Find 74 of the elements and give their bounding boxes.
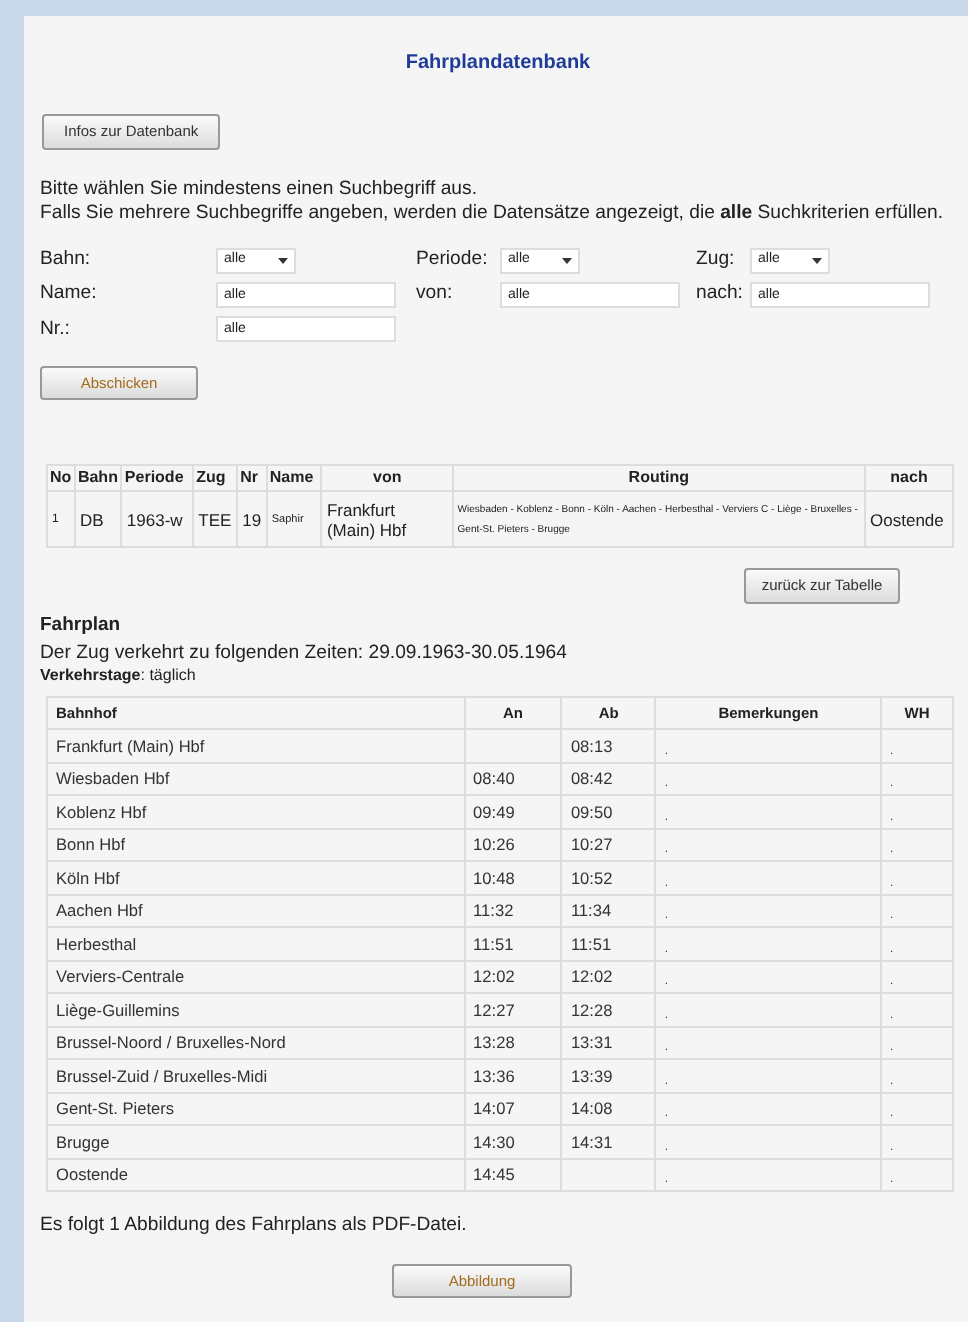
section-heading: Fahrplan	[40, 612, 123, 641]
field-label: Periode:	[416, 246, 490, 274]
table-cell: Köln Hbf	[47, 861, 465, 895]
table-cell: Aachen Hbf	[47, 894, 465, 928]
table-cell: Wiesbaden Hbf	[47, 762, 465, 796]
table-cell: 11:51	[561, 927, 656, 961]
table-cell: 10:26	[464, 828, 562, 862]
table-cell: 14:45	[464, 1158, 562, 1192]
field-label: Name:	[40, 280, 99, 309]
column-header: Bahn	[74, 465, 122, 492]
field-label: nach:	[696, 280, 745, 309]
table-cell: 14:08	[561, 1092, 656, 1126]
days-text: Verkehrstage: täglich	[40, 666, 198, 687]
caret-icon	[812, 257, 822, 264]
table-cell: 08:40	[464, 762, 562, 796]
table-cell: 12:28	[561, 993, 656, 1027]
table-cell: 09:49	[464, 795, 562, 829]
intro-text: Falls Sie mehrere Suchbegriffe angeben, werden die Datensätze angezeigt, die alle Suchkriterien erfüllen.	[40, 202, 946, 226]
table-cell: Brussel-Noord / Bruxelles-Nord	[47, 1026, 465, 1060]
column-header: Nr	[237, 465, 267, 492]
table-cell: Koblenz Hbf	[47, 795, 465, 829]
caret-icon	[278, 257, 288, 264]
caret-icon	[562, 257, 572, 264]
table-cell	[561, 1158, 656, 1192]
column-header: Zug	[193, 465, 238, 492]
field-label: Zug:	[696, 246, 737, 274]
table-cell: Oostende	[47, 1158, 465, 1192]
table-cell: 1963-w	[121, 491, 194, 548]
table-cell: Brugge	[47, 1125, 465, 1159]
footer-note: Es folgt 1 Abbildung des Fahrplans als PDF-Datei.	[40, 1212, 469, 1241]
table-cell: Frankfurt (Main) Hbf	[47, 729, 465, 763]
table-cell: 12:02	[464, 960, 562, 994]
table-cell: Liège-Guillemins	[47, 993, 465, 1027]
table-cell: 12:02	[561, 960, 656, 994]
table-cell: TEE	[193, 491, 238, 548]
table-cell: Frankfurt (Main) Hbf	[321, 491, 453, 548]
column-header: nach	[865, 465, 953, 492]
table-cell: DB	[74, 491, 122, 548]
intro-text: Bitte wählen Sie mindestens einen Suchbegriff aus.	[40, 178, 479, 202]
table-cell	[464, 729, 562, 763]
field-label: Nr.:	[40, 315, 72, 344]
table-cell: Gent-St. Pieters	[47, 1092, 465, 1126]
table-cell: 11:32	[464, 894, 562, 928]
table-cell: 14:30	[464, 1125, 562, 1159]
period-text: Der Zug verkehrt zu folgenden Zeiten: 29.09.1963-30.05.1964	[40, 642, 569, 667]
table-cell: 08:42	[561, 762, 656, 796]
field-label: Bahn:	[40, 246, 93, 274]
column-header: No	[47, 465, 75, 492]
table-cell: Bonn Hbf	[47, 828, 465, 862]
table-cell: 10:48	[464, 861, 562, 895]
table-cell: 10:27	[561, 828, 656, 862]
table-cell: Brussel-Zuid / Bruxelles-Midi	[47, 1059, 465, 1093]
table-cell: 13:39	[561, 1059, 656, 1093]
table-cell: Verviers-Centrale	[47, 960, 465, 994]
table-cell: Herbesthal	[47, 927, 465, 961]
column-header: von	[321, 465, 453, 492]
table-cell: 09:50	[561, 795, 656, 829]
table-cell: 12:27	[464, 993, 562, 1027]
table-cell: 10:52	[561, 861, 656, 895]
table-cell: 11:51	[464, 927, 562, 961]
column-header: Name	[266, 465, 322, 492]
table-cell: 13:36	[464, 1059, 562, 1093]
table-cell: 13:28	[464, 1026, 562, 1060]
table-cell: 19	[237, 491, 267, 548]
field-label: von:	[416, 280, 455, 309]
table-cell: 14:07	[464, 1092, 562, 1126]
table-cell: 11:34	[561, 894, 656, 928]
table-cell: 14:31	[561, 1125, 656, 1159]
column-header: Routing	[452, 465, 866, 492]
table-cell: Oostende	[865, 491, 953, 548]
column-header: Periode	[121, 465, 194, 492]
page-title: Fahrplandatenbank	[403, 50, 593, 78]
table-cell: 13:31	[561, 1026, 656, 1060]
table-cell: 08:13	[561, 729, 656, 763]
